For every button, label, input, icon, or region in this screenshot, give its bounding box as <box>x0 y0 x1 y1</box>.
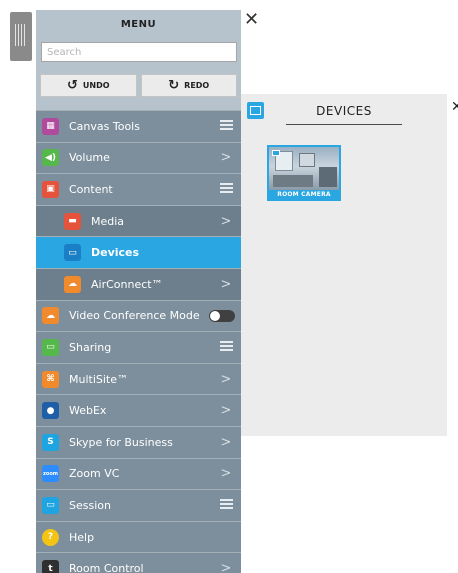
title-divider <box>286 124 402 125</box>
webex-icon: ● <box>42 402 59 420</box>
chevron-right-icon: > <box>220 434 232 450</box>
menu-item-media[interactable]: ▬ Media > <box>36 204 241 237</box>
menu-item-label: Session <box>69 498 111 512</box>
menu-item-canvas-tools[interactable]: ▦ Canvas Tools <box>36 110 241 142</box>
chevron-right-icon: > <box>220 561 232 573</box>
drag-handle[interactable] <box>10 12 32 61</box>
list-icon <box>215 340 237 355</box>
undo-label: UNDO <box>82 81 110 90</box>
chevron-right-icon: > <box>220 403 232 419</box>
menu-item-session[interactable]: ▭ Session <box>36 489 241 521</box>
menu-item-sharing[interactable]: ▭ Sharing <box>36 331 241 363</box>
chevron-right-icon: > <box>220 466 232 482</box>
menu-item-help[interactable]: ? Help <box>36 520 241 553</box>
undo-button[interactable]: ↺ UNDO <box>40 74 137 97</box>
devices-panel-icon <box>247 102 264 119</box>
close-menu-icon[interactable]: ✕ <box>244 11 259 29</box>
undo-icon: ↺ <box>66 78 78 93</box>
undo-redo-bar: ↺ UNDO ↻ REDO <box>40 74 237 97</box>
menu-item-skype[interactable]: S Skype for Business > <box>36 425 241 458</box>
chevron-right-icon: > <box>220 276 232 292</box>
menu-item-label: MultiSite™ <box>69 372 129 386</box>
menu-item-video-conference[interactable]: ☁ Video Conference Mode <box>36 299 241 332</box>
menu-item-label: Canvas Tools <box>69 119 140 133</box>
device-tile-label: ROOM CAMERA <box>277 191 331 198</box>
device-tile-room-camera[interactable]: ROOM CAMERA <box>267 145 341 201</box>
menu-item-webex[interactable]: ● WebEx > <box>36 394 241 426</box>
menu-panel: MENU ↺ UNDO ↻ REDO ▦ Canvas Tools ◀) Vol… <box>36 10 241 573</box>
menu-item-label: Volume <box>69 151 110 165</box>
redo-icon: ↻ <box>168 78 180 93</box>
chevron-right-icon: > <box>220 371 232 387</box>
canvas-tools-icon: ▦ <box>42 117 59 135</box>
menu-item-multisite[interactable]: ⌘ MultiSite™ > <box>36 362 241 395</box>
multisite-icon: ⌘ <box>42 370 59 388</box>
chevron-right-icon: > <box>220 213 232 229</box>
help-icon: ? <box>42 528 59 546</box>
menu-item-room-control[interactable]: t Room Control > <box>36 552 241 573</box>
menu-item-label: Media <box>91 214 125 228</box>
menu-item-devices[interactable]: ▭ Devices <box>36 236 241 268</box>
video-conference-toggle[interactable] <box>209 309 235 322</box>
menu-item-label: Content <box>69 182 113 196</box>
sharing-icon: ▭ <box>42 338 59 356</box>
menu-item-label: Sharing <box>69 340 112 354</box>
menu-item-content[interactable]: ▣ Content <box>36 173 241 205</box>
menu-item-label: WebEx <box>69 404 107 418</box>
menu-item-label: AirConnect™ <box>91 277 163 291</box>
menu-item-label: Help <box>69 530 95 544</box>
devices-panel: DEVICES ROOM CAMERA <box>241 94 447 436</box>
menu-item-label: Devices <box>91 246 140 260</box>
menu-item-volume[interactable]: ◀) Volume > <box>36 141 241 174</box>
search-input[interactable] <box>41 42 237 62</box>
room-control-icon: t <box>42 560 59 573</box>
airconnect-icon: ☁ <box>64 275 81 293</box>
camera-preview <box>269 147 339 190</box>
video-conference-icon: ☁ <box>42 307 59 325</box>
list-icon <box>215 119 237 134</box>
redo-button[interactable]: ↻ REDO <box>140 74 237 97</box>
list-icon <box>215 182 237 197</box>
media-icon: ▬ <box>64 212 81 230</box>
menu-item-label: Room Control <box>69 562 144 573</box>
menu-item-label: Zoom VC <box>69 467 120 481</box>
devices-title: DEVICES <box>316 104 372 118</box>
camera-icon <box>272 150 280 156</box>
toggle-knob <box>210 310 220 321</box>
volume-icon: ◀) <box>42 149 59 167</box>
menu-item-airconnect[interactable]: ☁ AirConnect™ > <box>36 267 241 300</box>
list-icon <box>215 498 237 513</box>
menu-item-zoom[interactable]: zoom Zoom VC > <box>36 457 241 490</box>
menu-item-label: Video Conference Mode <box>69 309 200 323</box>
menu-list: ▦ Canvas Tools ◀) Volume > ▣ Content ▬ M… <box>36 110 241 573</box>
skype-icon: S <box>42 433 59 451</box>
menu-title: MENU <box>120 18 157 30</box>
devices-icon: ▭ <box>64 244 81 262</box>
session-icon: ▭ <box>42 496 59 514</box>
grip-icon <box>15 24 27 46</box>
chevron-right-icon: > <box>220 150 232 166</box>
content-icon: ▣ <box>42 180 59 198</box>
redo-label: REDO <box>184 81 210 90</box>
close-devices-icon[interactable]: ✕ <box>451 99 458 115</box>
zoom-icon: zoom <box>42 465 59 483</box>
menu-item-label: Skype for Business <box>69 435 173 449</box>
